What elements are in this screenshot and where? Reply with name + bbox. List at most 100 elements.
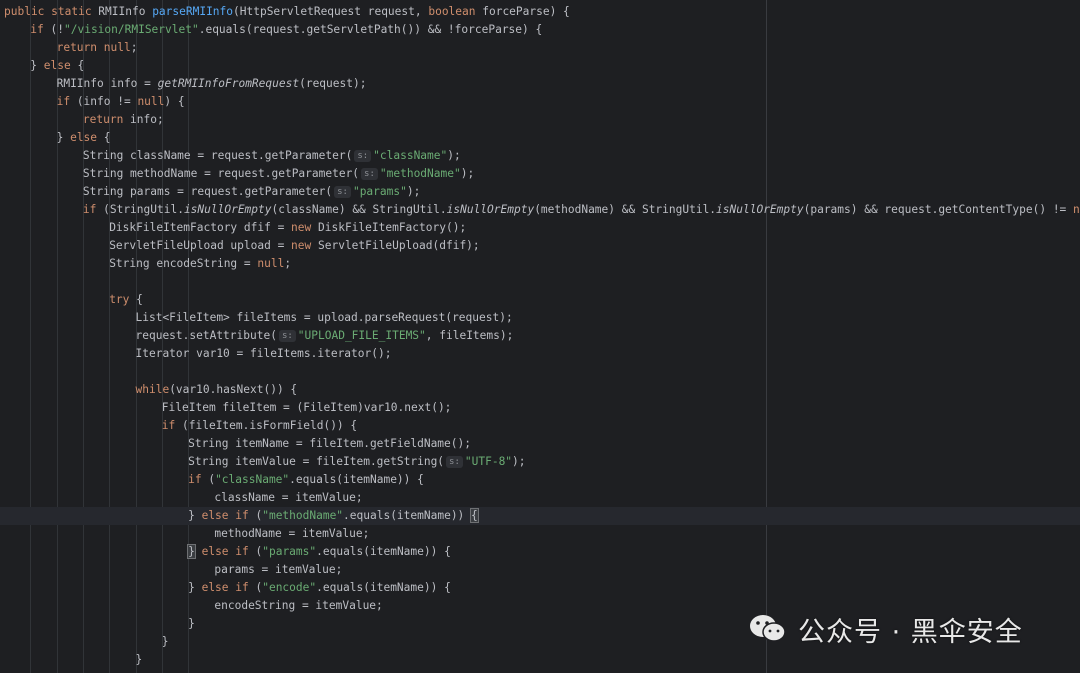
keyword: if: [82, 203, 104, 216]
code-text: }: [188, 617, 195, 630]
code-line[interactable]: params = itemValue;: [0, 561, 1080, 579]
code-line[interactable]: if (StringUtil.isNullOrEmpty(className) …: [0, 201, 1080, 219]
watermark-text: 公众号 · 黑伞安全: [798, 616, 1023, 648]
param-hint: s:: [334, 186, 351, 198]
code-line[interactable]: FileItem fileItem = (FileItem)var10.next…: [0, 399, 1080, 417]
code-line[interactable]: if ("className".equals(itemName)) {: [0, 471, 1080, 489]
code-line[interactable]: } else if ("encode".equals(itemName)) {: [0, 579, 1080, 597]
param-hint: s:: [361, 168, 378, 180]
code-line[interactable]: methodName = itemValue;: [0, 525, 1080, 543]
code-text: {: [77, 59, 85, 72]
code-text: String itemValue = fileItem.getString(: [188, 455, 445, 468]
code-text: List<FileItem> fileItems = upload.parseR…: [135, 311, 513, 324]
keyword: else if: [201, 581, 256, 594]
code-line[interactable]: String methodName = request.getParameter…: [0, 165, 1080, 183]
code-text: Iterator var10 = fileItems.iterator();: [135, 347, 392, 360]
string-literal: "/vision/RMIServlet": [64, 23, 199, 36]
code-line[interactable]: Iterator var10 = fileItems.iterator();: [0, 345, 1080, 363]
code-text: info;: [130, 113, 164, 126]
keyword: null: [137, 95, 165, 108]
code-line[interactable]: } else if ("params".equals(itemName)) {: [0, 543, 1080, 561]
code-text: DiskFileItemFactory dfif =: [109, 221, 292, 234]
keyword: return: [82, 113, 131, 126]
code-editor[interactable]: public static RMIInfo parseRMIInfo(HttpS…: [0, 0, 1080, 673]
code-text: .equals(itemName)) {: [316, 545, 451, 558]
code-line[interactable]: DiskFileItemFactory dfif = new DiskFileI…: [0, 219, 1080, 237]
code-line[interactable]: try {: [0, 291, 1080, 309]
code-text: ;: [130, 41, 138, 54]
keyword: boolean: [428, 5, 483, 18]
code-line[interactable]: return info;: [0, 111, 1080, 129]
string-literal: "params": [352, 185, 407, 198]
code-text: .equals(itemName)): [343, 509, 472, 522]
code-text: className = itemValue;: [214, 491, 363, 504]
code-line[interactable]: } else {: [0, 129, 1080, 147]
code-line[interactable]: } else if ("methodName".equals(itemName)…: [0, 507, 1080, 525]
code-line[interactable]: [0, 273, 1080, 291]
code-text: );: [460, 167, 475, 180]
code-line[interactable]: String className = request.getParameter(…: [0, 147, 1080, 165]
code-text: String params = request.getParameter(: [82, 185, 333, 198]
string-literal: "methodName": [379, 167, 461, 180]
code-line[interactable]: if (info != null) {: [0, 93, 1080, 111]
keyword: public static: [4, 5, 99, 18]
code-line[interactable]: List<FileItem> fileItems = upload.parseR…: [0, 309, 1080, 327]
code-text: }: [30, 59, 44, 72]
code-text: );: [406, 185, 421, 198]
code-line[interactable]: String itemName = fileItem.getFieldName(…: [0, 435, 1080, 453]
code-text: }: [188, 509, 202, 522]
param-hint: s:: [354, 150, 372, 162]
keyword: if: [30, 23, 51, 36]
code-text: (fileItem.isFormField()) {: [182, 419, 358, 432]
code-line[interactable]: RMIInfo info = getRMIInfoFromRequest(req…: [0, 75, 1080, 93]
matched-brace: }: [187, 544, 196, 559]
code-line[interactable]: public static RMIInfo parseRMIInfo(HttpS…: [0, 3, 1080, 21]
keyword: else if: [201, 545, 256, 558]
code-text: }: [188, 581, 202, 594]
keyword: if: [56, 95, 77, 108]
code-text: RMIInfo: [98, 5, 153, 18]
code-line[interactable]: [0, 363, 1080, 381]
code-line[interactable]: String itemValue = fileItem.getString(s:…: [0, 453, 1080, 471]
string-literal: "params": [262, 545, 317, 558]
code-line[interactable]: while(var10.hasNext()) {: [0, 381, 1080, 399]
code-line[interactable]: String params = request.getParameter(s: "…: [0, 183, 1080, 201]
keyword: return null: [56, 41, 131, 54]
string-literal: "encode": [262, 581, 317, 594]
code-text: .equals(itemName)) {: [316, 581, 451, 594]
code-text: (request);: [299, 77, 367, 90]
code-line[interactable]: String encodeString = null;: [0, 255, 1080, 273]
code-text: forceParse) {: [482, 5, 570, 18]
code-line[interactable]: className = itemValue;: [0, 489, 1080, 507]
code-line[interactable]: } else {: [0, 57, 1080, 75]
keyword: else: [43, 59, 78, 72]
keyword: while: [135, 383, 170, 396]
code-text: {: [103, 131, 111, 144]
keyword: if: [188, 473, 209, 486]
matched-brace: {: [470, 508, 479, 523]
code-line[interactable]: request.setAttribute(s: "UPLOAD_FILE_ITEM…: [0, 327, 1080, 345]
code-text: methodName = itemValue;: [214, 527, 370, 540]
param-hint: s:: [446, 456, 463, 468]
code-text: , fileItems);: [425, 329, 514, 342]
method-name: parseRMIInfo: [152, 5, 234, 18]
string-literal: "methodName": [262, 509, 344, 522]
code-text: String methodName = request.getParameter…: [82, 167, 360, 180]
code-line[interactable]: ServletFileUpload upload = new ServletFi…: [0, 237, 1080, 255]
code-text: RMIInfo info =: [56, 77, 158, 90]
code-line[interactable]: }: [0, 651, 1080, 669]
code-text: (info !=: [76, 95, 138, 108]
code-text: (methodName) && StringUtil.: [534, 203, 717, 216]
code-line[interactable]: if (!"/vision/RMIServlet".equals(request…: [0, 21, 1080, 39]
code-text: encodeString = itemValue;: [214, 599, 383, 612]
keyword: new: [291, 221, 318, 234]
code-text: String className = request.getParameter(: [82, 149, 353, 162]
code-line[interactable]: if (fileItem.isFormField()) {: [0, 417, 1080, 435]
code-text: (var10.hasNext()) {: [169, 383, 298, 396]
code-text: ;: [284, 257, 292, 270]
code-line[interactable]: return null;: [0, 39, 1080, 57]
keyword: new: [291, 239, 318, 252]
keyword: null: [1073, 203, 1080, 216]
static-call: getRMIInfoFromRequest: [157, 77, 300, 90]
